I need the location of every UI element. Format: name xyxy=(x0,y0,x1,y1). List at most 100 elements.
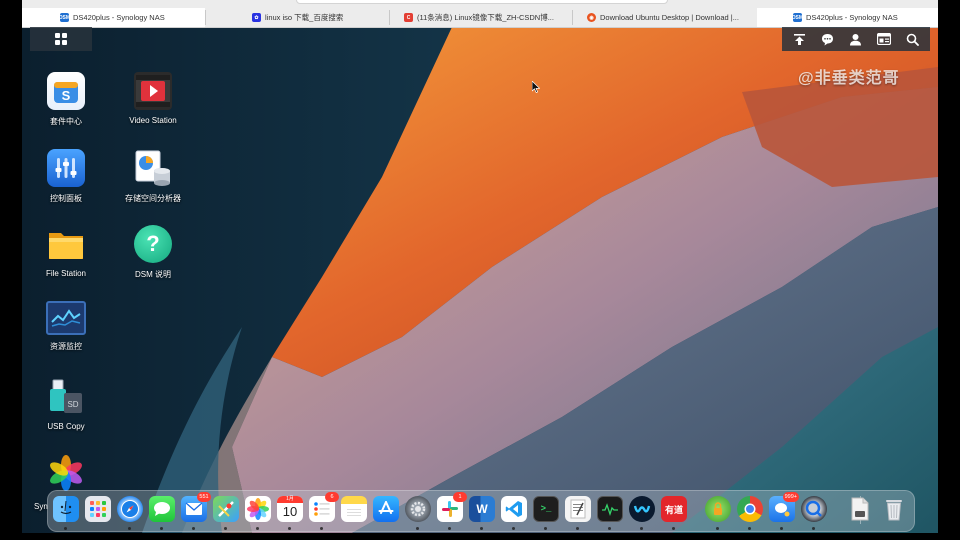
watermark: @非垂类范哥 xyxy=(798,70,900,87)
document-icon[interactable] xyxy=(847,496,873,522)
notification-badge: 551 xyxy=(197,492,211,502)
dsm-help-icon: ? xyxy=(134,225,172,263)
desktop-icon-storage-analyzer[interactable]: 存储空间分析器 xyxy=(113,149,193,204)
synology-photos-icon xyxy=(47,454,85,492)
widgets-icon[interactable] xyxy=(876,33,891,45)
running-indicator xyxy=(812,527,815,530)
calendar-day: 10 xyxy=(282,504,298,519)
tab-title: (11条消息) Linux镜像下载_ZH-CSDN博... xyxy=(417,13,554,22)
tab-divider xyxy=(572,10,573,25)
youdao-label: 有道 xyxy=(664,504,683,515)
activity-monitor-icon[interactable] xyxy=(597,496,623,522)
running-indicator xyxy=(224,527,227,530)
csdn-icon: C xyxy=(404,13,413,22)
chat-icon[interactable] xyxy=(821,33,834,46)
tab-title: Download Ubuntu Desktop | Download |... xyxy=(600,13,739,22)
desktop-icon-video-station[interactable]: Video Station xyxy=(113,72,193,125)
vpn-icon[interactable] xyxy=(705,496,731,522)
desktop-icon-label: 套件中心 xyxy=(50,117,82,126)
tab-csdn[interactable]: C (11条消息) Linux镜像下载_ZH-CSDN博... xyxy=(394,8,572,27)
vscode-icon[interactable] xyxy=(501,496,527,522)
chrome-icon[interactable] xyxy=(737,496,763,522)
desktop-icon-control-panel[interactable]: 控制面板 xyxy=(26,149,106,204)
running-indicator xyxy=(288,527,291,530)
dsm-icon: DSM xyxy=(791,13,804,22)
tab-baidu-search[interactable]: ✿ linux iso 下载_百度搜索 xyxy=(212,8,387,27)
youdao-icon[interactable]: 有道 xyxy=(661,496,687,522)
desktop-icon-label: 控制面板 xyxy=(50,194,82,203)
tab-divider xyxy=(389,10,390,25)
trash-icon[interactable] xyxy=(881,496,907,522)
baidu-paw-icon: ✿ xyxy=(252,13,261,22)
upload-icon[interactable] xyxy=(793,33,806,46)
running-indicator xyxy=(780,527,783,530)
desktop-icon-usb-copy[interactable]: SD USB Copy xyxy=(26,378,106,431)
tab-ubuntu[interactable]: ◉ Download Ubuntu Desktop | Download |..… xyxy=(577,8,755,27)
photos-icon[interactable] xyxy=(245,496,271,522)
textedit-icon[interactable] xyxy=(565,496,591,522)
desktop-icon-file-station[interactable]: File Station xyxy=(26,225,106,278)
svg-text:SD: SD xyxy=(67,400,78,409)
control-panel-icon xyxy=(47,149,85,187)
running-indicator xyxy=(748,527,751,530)
running-indicator xyxy=(160,527,163,530)
launchpad-icon[interactable] xyxy=(85,496,111,522)
dsm-icon: DSM xyxy=(58,13,71,22)
desktop-icon-resource-monitor[interactable]: 资源监控 xyxy=(26,301,106,352)
terminal-icon[interactable]: >_ xyxy=(533,496,559,522)
wechat-work-icon[interactable]: 999+ xyxy=(769,492,799,522)
system-preferences-icon[interactable] xyxy=(405,496,431,522)
file-station-icon xyxy=(47,225,85,263)
safari-icon[interactable] xyxy=(117,496,143,522)
quicktime-icon[interactable] xyxy=(801,496,827,522)
mouse-cursor-icon xyxy=(532,81,540,93)
calendar-month: 1月 xyxy=(277,496,303,503)
address-bar[interactable] xyxy=(296,0,668,4)
word-icon[interactable]: W xyxy=(469,496,495,522)
desktop-icon-dsm-help[interactable]: ? DSM 说明 xyxy=(113,225,193,280)
tab-ds420plus[interactable]: DSM DS420plus - Synology NAS xyxy=(22,8,205,27)
running-indicator xyxy=(672,527,675,530)
browser-tab-bar: DSM DS420plus - Synology NAS ✿ linux iso… xyxy=(22,0,938,28)
screen: DSM DS420plus - Synology NAS ✿ linux iso… xyxy=(22,0,938,540)
maps-icon[interactable] xyxy=(213,496,239,522)
dsm-toolbar xyxy=(782,27,930,51)
running-indicator xyxy=(256,527,259,530)
tab-title: linux iso 下载_百度搜索 xyxy=(265,13,344,22)
webex-icon[interactable] xyxy=(629,496,655,522)
finder-icon[interactable] xyxy=(53,496,79,522)
calendar-icon[interactable]: 1月 10 xyxy=(277,496,303,522)
running-indicator xyxy=(640,527,643,530)
desktop-icon-package-center[interactable]: S 套件中心 xyxy=(26,72,106,127)
running-indicator xyxy=(716,527,719,530)
running-indicator xyxy=(576,527,579,530)
notes-icon[interactable] xyxy=(341,496,367,522)
svg-text:S: S xyxy=(62,88,71,103)
desktop-icon-label: 存储空间分析器 xyxy=(125,194,181,203)
notification-badge: 1 xyxy=(453,492,467,502)
tab-ds420plus-2[interactable]: DSM DS420plus - Synology NAS xyxy=(757,8,938,27)
desktop-icon-label: Video Station xyxy=(129,116,177,125)
video-station-icon xyxy=(134,72,172,110)
running-indicator xyxy=(448,527,451,530)
messages-icon[interactable] xyxy=(149,496,175,522)
desktop-icon-synology-photos[interactable]: Syn xyxy=(26,454,106,511)
notification-badge: 6 xyxy=(325,492,339,502)
dsm-main-menu-button[interactable] xyxy=(30,27,92,51)
tab-title: DS420plus - Synology NAS xyxy=(806,13,898,22)
mail-icon[interactable]: 551 xyxy=(181,492,211,522)
usb-copy-icon: SD xyxy=(47,378,85,416)
app-store-icon[interactable] xyxy=(373,496,399,522)
running-indicator xyxy=(192,527,195,530)
user-icon[interactable] xyxy=(849,33,862,46)
desktop-icon-label: USB Copy xyxy=(47,422,85,431)
running-indicator xyxy=(128,527,131,530)
notification-badge: 999+ xyxy=(782,492,799,502)
search-icon[interactable] xyxy=(906,33,919,46)
reminders-icon[interactable]: 6 xyxy=(309,492,339,522)
desktop-icon-label: 资源监控 xyxy=(50,342,82,351)
slack-icon[interactable]: 1 xyxy=(437,492,467,522)
storage-analyzer-icon xyxy=(134,149,172,187)
running-indicator xyxy=(512,527,515,530)
resource-monitor-icon xyxy=(46,301,86,335)
